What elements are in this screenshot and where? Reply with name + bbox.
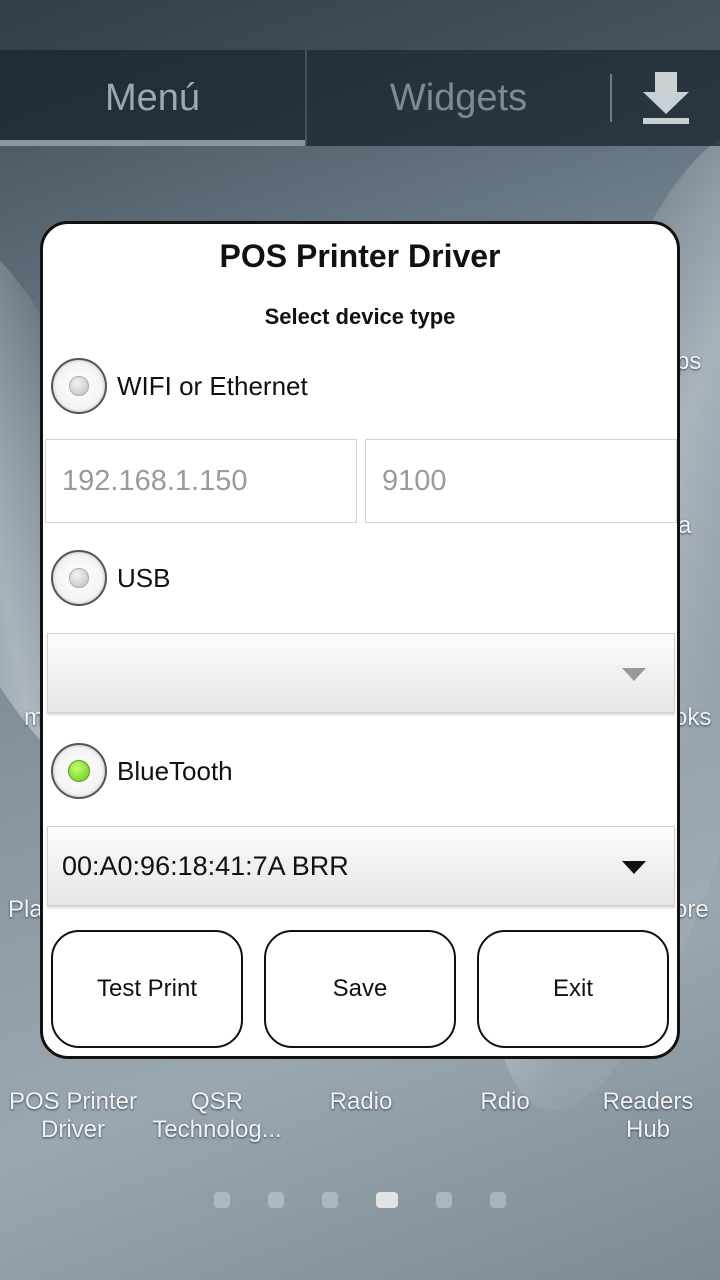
radio-wifi-ethernet[interactable]: WIFI or Ethernet	[51, 358, 308, 414]
page-dot[interactable]	[436, 1192, 452, 1208]
page-dot[interactable]	[268, 1192, 284, 1208]
usb-device-select[interactable]	[47, 633, 675, 713]
app-radio[interactable]: Radio	[292, 1088, 430, 1116]
download-button[interactable]	[612, 50, 720, 146]
chevron-down-icon	[622, 668, 646, 681]
radio-button[interactable]	[51, 550, 107, 606]
app-label: POS Printer Driver	[8, 1088, 138, 1143]
save-button[interactable]: Save	[264, 930, 456, 1048]
select-value: 00:A0:96:18:41:7A BRR	[62, 850, 349, 881]
radio-label: USB	[117, 562, 171, 593]
status-bar	[0, 0, 720, 50]
dialog-subtitle: Select device type	[264, 304, 456, 329]
page-dot[interactable]	[214, 1192, 230, 1208]
download-icon	[643, 72, 689, 124]
app-readers-hub[interactable]: Readers Hub	[580, 1088, 716, 1144]
radio-button-checked[interactable]	[51, 743, 107, 799]
radio-bluetooth[interactable]: BlueTooth	[51, 743, 233, 799]
page-indicator	[0, 1192, 720, 1208]
ip-address-input[interactable]: 192.168.1.150	[45, 439, 357, 523]
tab-menu[interactable]: Menú	[0, 50, 305, 146]
app-label: QSR Technolog...	[152, 1088, 282, 1143]
app-pos-printer-driver[interactable]: POS Printer Driver	[4, 1088, 142, 1144]
chevron-down-icon	[622, 861, 646, 874]
radio-label: BlueTooth	[117, 755, 233, 786]
dialog-title: POS Printer Driver	[219, 238, 501, 274]
page-dot[interactable]	[490, 1192, 506, 1208]
radio-label: WIFI or Ethernet	[117, 370, 308, 401]
radio-dot	[69, 568, 89, 588]
launcher-tab-bar: Menú Widgets	[0, 50, 720, 146]
app-label: Readers Hub	[602, 1088, 694, 1143]
port-input[interactable]: 9100	[365, 439, 677, 523]
app-rdio[interactable]: Rdio	[436, 1088, 574, 1116]
page-dot[interactable]	[322, 1192, 338, 1208]
app-label: Radio	[329, 1088, 393, 1115]
app-label: Rdio	[480, 1088, 530, 1115]
radio-dot	[68, 760, 90, 782]
app-qsr-technologies[interactable]: QSR Technolog...	[148, 1088, 286, 1144]
pos-printer-dialog: POS Printer Driver Select device type WI…	[40, 221, 680, 1059]
bg-label-pla: Pla	[8, 896, 43, 923]
tab-widgets[interactable]: Widgets	[305, 50, 610, 146]
page-dot-active[interactable]	[376, 1192, 398, 1208]
bluetooth-device-select[interactable]: 00:A0:96:18:41:7A BRR	[47, 826, 675, 906]
test-print-button[interactable]: Test Print	[51, 930, 243, 1048]
radio-dot	[69, 376, 89, 396]
bg-label-a: a	[678, 512, 692, 539]
radio-usb[interactable]: USB	[51, 550, 170, 606]
radio-button[interactable]	[51, 358, 107, 414]
exit-button[interactable]: Exit	[477, 930, 669, 1048]
